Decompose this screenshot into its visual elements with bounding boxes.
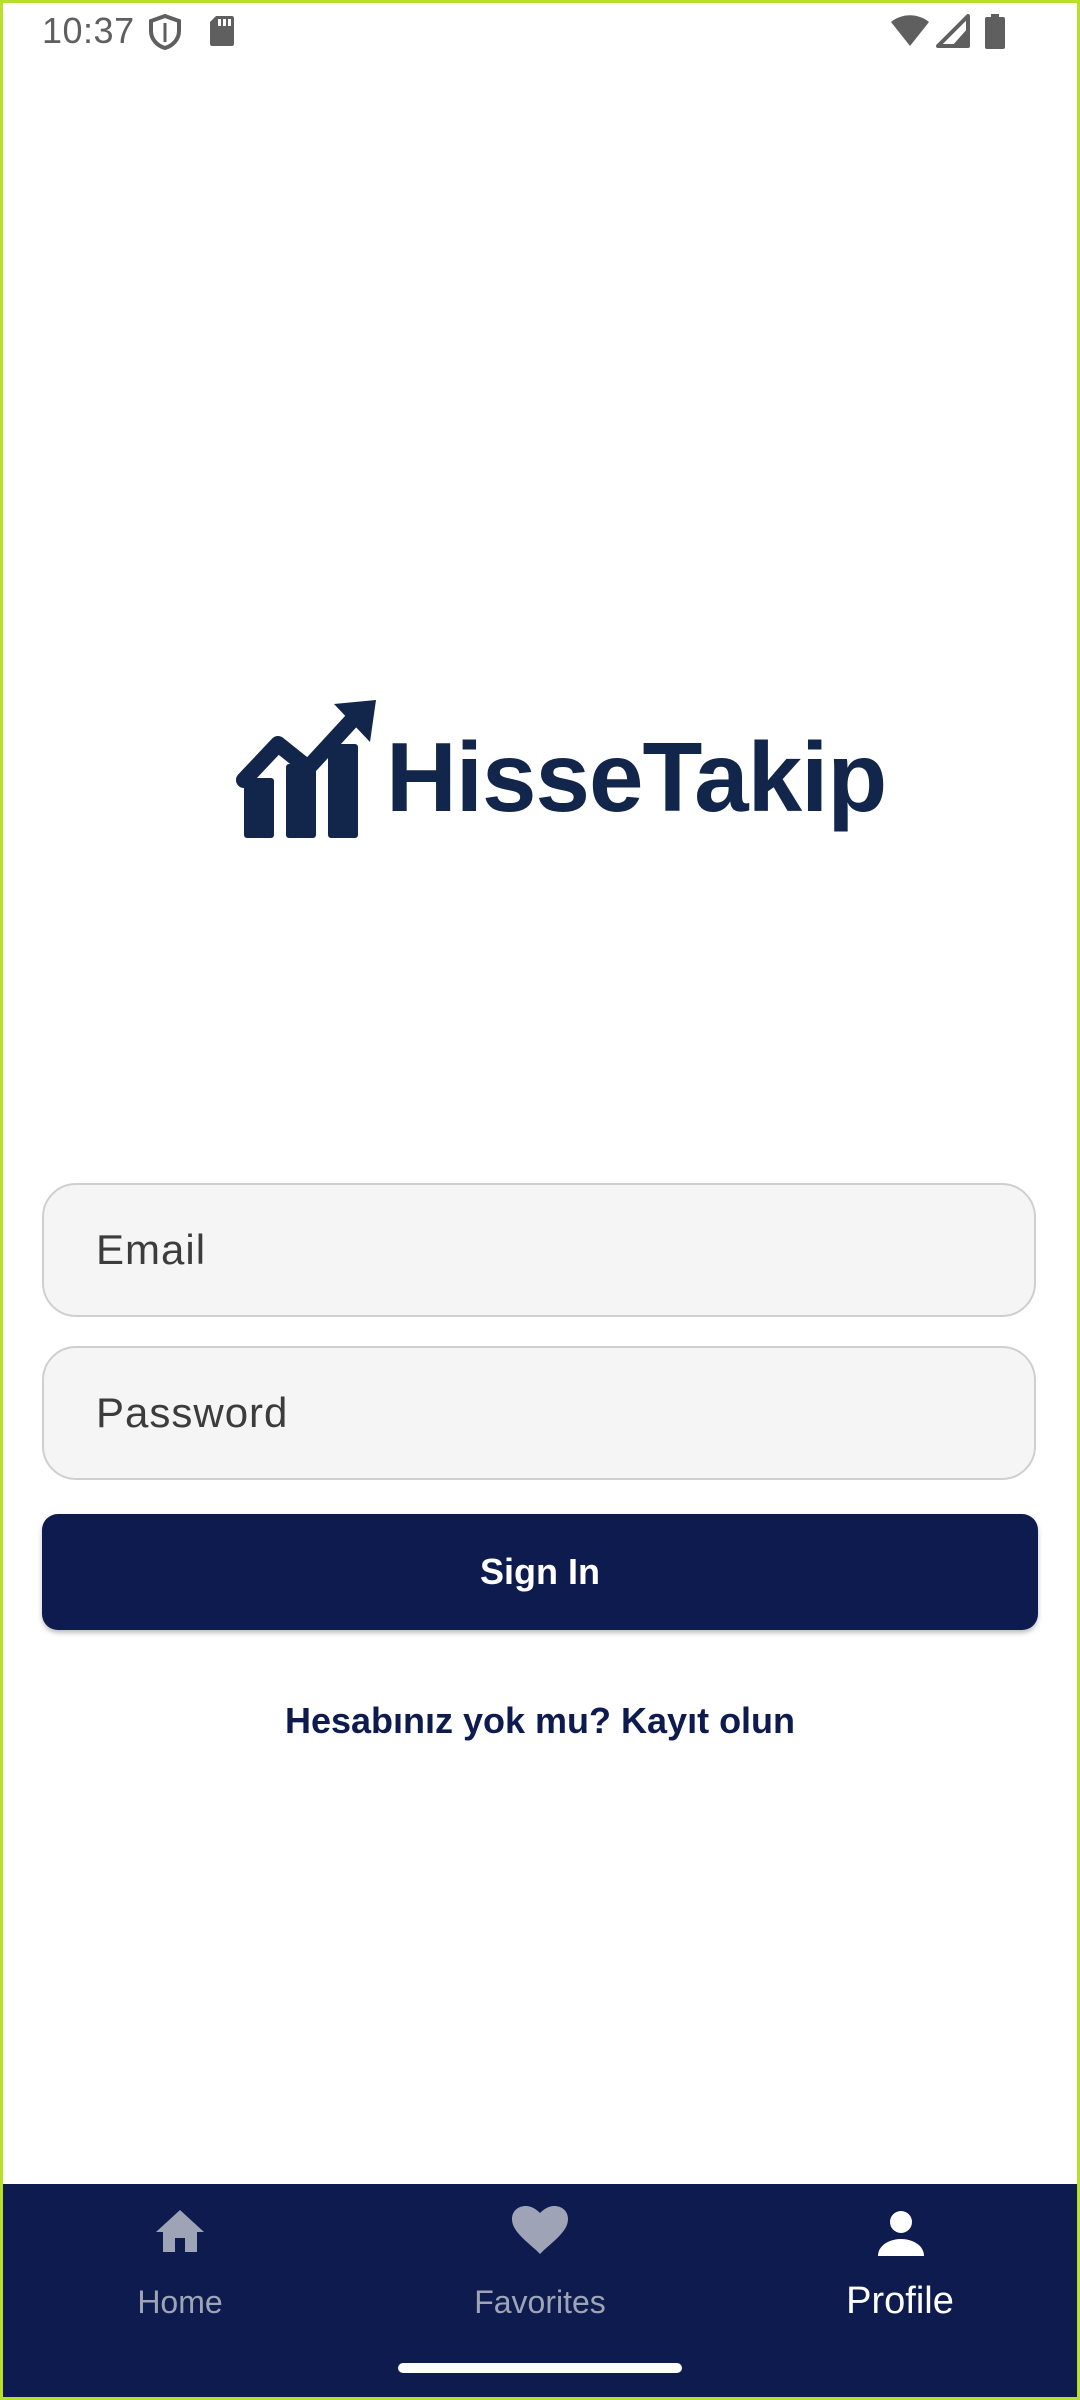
signal-icon (936, 14, 970, 48)
stock-chart-icon (236, 700, 376, 838)
home-indicator (398, 2363, 682, 2373)
status-bar: 10:37 (0, 0, 1080, 64)
battery-icon (985, 14, 1005, 49)
heart-icon (512, 2206, 568, 2254)
sd-card-icon (210, 16, 234, 46)
nav-item-profile[interactable]: Profile (720, 2184, 1080, 2334)
sign-in-button[interactable]: Sign In (42, 1514, 1038, 1630)
home-icon (156, 2210, 204, 2252)
app-logo: HisseTakip (236, 698, 887, 848)
password-field[interactable] (42, 1346, 1036, 1480)
wifi-icon (891, 15, 929, 46)
email-field[interactable] (42, 1183, 1036, 1317)
app-name: HisseTakip (386, 722, 887, 832)
shield-icon (149, 14, 181, 50)
nav-item-home[interactable]: Home (0, 2184, 360, 2334)
nav-label-profile: Profile (846, 2280, 954, 2322)
person-icon (878, 2211, 924, 2256)
nav-label-favorites: Favorites (474, 2284, 606, 2320)
nav-item-favorites[interactable]: Favorites (360, 2184, 720, 2334)
register-link[interactable]: Hesabınız yok mu? Kayıt olun (0, 1700, 1080, 1742)
status-time: 10:37 (42, 10, 135, 51)
nav-label-home: Home (137, 2284, 223, 2320)
